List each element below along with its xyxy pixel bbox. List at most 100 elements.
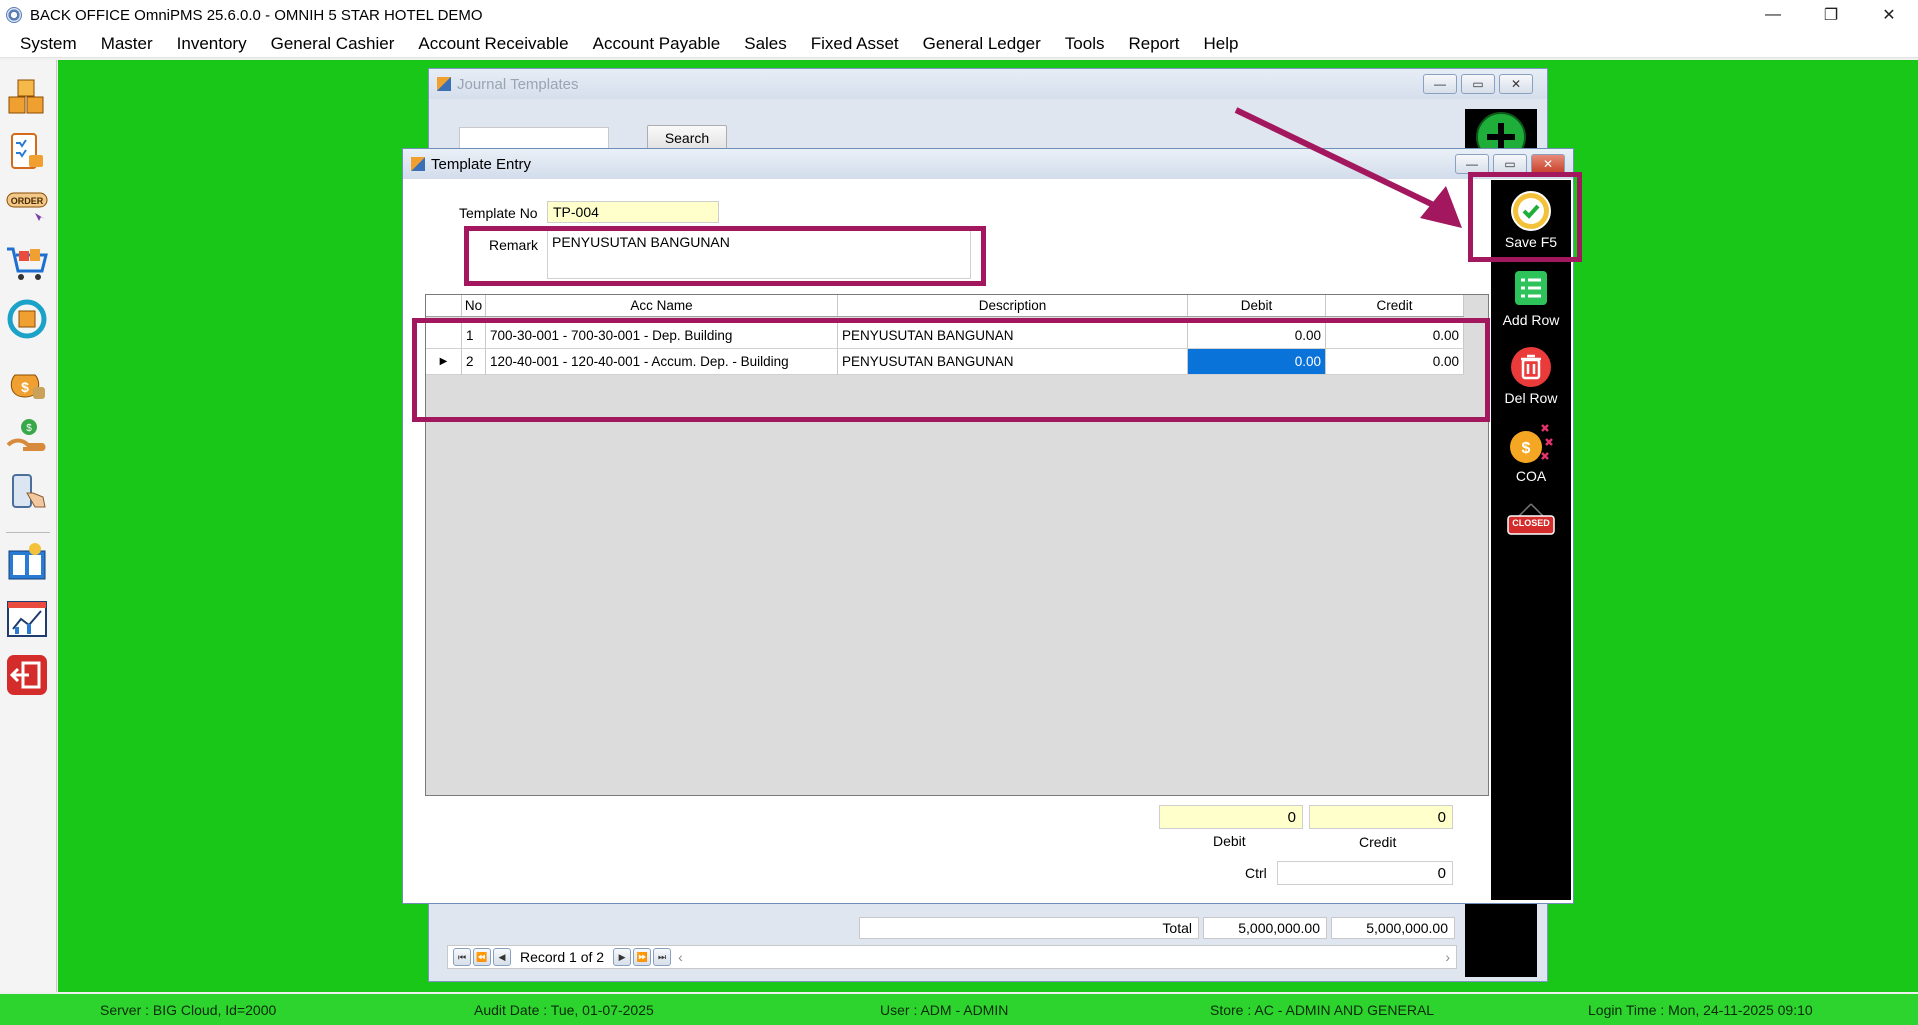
scroll-right-icon[interactable]: › [1445, 949, 1450, 965]
jt-record-navigator: ⏮ ⏪ ◀ Record 1 of 2 ▶ ⏩ ⏭ ‹ › [447, 945, 1457, 969]
grid-header: No Acc Name Description Debit Credit [426, 295, 1464, 317]
ctrl-field[interactable]: 0 [1277, 861, 1453, 885]
trash-icon [1508, 344, 1554, 390]
hand-money-icon[interactable]: $ [4, 414, 50, 460]
menu-account-payable[interactable]: Account Payable [581, 34, 733, 54]
cell-no[interactable]: 1 [462, 323, 486, 348]
del-row-button[interactable]: Del Row [1491, 344, 1571, 406]
ctrl-label: Ctrl [1245, 865, 1267, 881]
jt-maximize-button[interactable]: ▭ [1461, 74, 1495, 94]
shopping-cart-icon[interactable] [4, 240, 50, 286]
menu-help[interactable]: Help [1192, 34, 1251, 54]
status-store: Store : AC - ADMIN AND GENERAL [1210, 1001, 1435, 1018]
title-bar: BACK OFFICE OmniPMS 25.6.0.0 - OMNIH 5 S… [0, 0, 1918, 30]
svg-text:ORDER: ORDER [11, 196, 44, 206]
clipboard-lock-icon[interactable] [4, 128, 50, 174]
menu-inventory[interactable]: Inventory [165, 34, 259, 54]
menu-general-cashier[interactable]: General Cashier [259, 34, 407, 54]
total-credit-label: Credit [1359, 834, 1397, 850]
coa-button[interactable]: $ COA [1491, 422, 1571, 484]
add-row-label: Add Row [1502, 312, 1560, 328]
col-no[interactable]: No [462, 295, 486, 316]
nav-next-page-button[interactable]: ⏩ [633, 948, 652, 966]
close-button[interactable]: ✕ [1860, 0, 1918, 30]
minimize-button[interactable]: — [1744, 0, 1802, 30]
save-label: Save F5 [1504, 234, 1558, 250]
cell-acc-name[interactable]: 700-30-001 - 700-30-001 - Dep. Building [486, 323, 838, 348]
jt-minimize-button[interactable]: — [1423, 74, 1457, 94]
scroll-left-icon[interactable]: ‹ [678, 949, 683, 965]
svg-text:$: $ [21, 379, 29, 395]
cell-credit[interactable]: 0.00 [1326, 323, 1464, 348]
cell-description[interactable]: PENYUSUTAN BANGUNAN [838, 349, 1188, 374]
app-icon [6, 7, 22, 23]
te-close-button[interactable]: ✕ [1531, 154, 1565, 174]
chart-report-icon[interactable] [4, 596, 50, 642]
nav-next-button[interactable]: ▶ [613, 948, 632, 966]
col-debit[interactable]: Debit [1188, 295, 1326, 316]
row-header-corner [426, 295, 462, 316]
template-entry-title: Template Entry [431, 155, 532, 173]
restore-button[interactable]: ❐ [1802, 0, 1860, 30]
menu-fixed-asset[interactable]: Fixed Asset [799, 34, 911, 54]
menu-report[interactable]: Report [1116, 34, 1191, 54]
money-bags-icon[interactable]: $ [4, 358, 50, 404]
jt-total-credit: 5,000,000.00 [1331, 917, 1455, 939]
journal-templates-title: Journal Templates [457, 75, 579, 93]
col-description[interactable]: Description [838, 295, 1188, 316]
del-row-label: Del Row [1504, 390, 1558, 406]
window-title: BACK OFFICE OmniPMS 25.6.0.0 - OMNIH 5 S… [30, 6, 483, 24]
table-row[interactable]: 1 700-30-001 - 700-30-001 - Dep. Buildin… [426, 323, 1464, 349]
svg-text:$: $ [26, 423, 32, 434]
cell-description[interactable]: PENYUSUTAN BANGUNAN [838, 323, 1188, 348]
save-check-icon [1508, 188, 1554, 234]
table-row[interactable]: ▶ 2 120-40-001 - 120-40-001 - Accum. Dep… [426, 349, 1464, 375]
menu-account-receivable[interactable]: Account Receivable [406, 34, 580, 54]
nav-prev-page-button[interactable]: ⏪ [473, 948, 491, 966]
window-controls: — ❐ ✕ [1744, 0, 1918, 30]
cell-no[interactable]: 2 [462, 349, 486, 374]
row-header[interactable] [426, 323, 462, 348]
closed-sign-icon: CLOSED [1506, 502, 1556, 536]
menu-general-ledger[interactable]: General Ledger [911, 34, 1053, 54]
cell-credit[interactable]: 0.00 [1326, 349, 1464, 374]
col-acc-name[interactable]: Acc Name [486, 295, 838, 316]
jt-total-row: Total 5,000,000.00 5,000,000.00 [447, 915, 1457, 941]
current-row-indicator-icon[interactable]: ▶ [426, 349, 462, 374]
window-icon [411, 157, 425, 171]
ledger-book-icon[interactable] [4, 540, 50, 586]
nav-prev-button[interactable]: ◀ [493, 948, 511, 966]
template-no-input[interactable]: TP-004 [547, 201, 719, 223]
menu-master[interactable]: Master [89, 34, 165, 54]
order-icon[interactable]: ORDER [4, 184, 50, 230]
cell-debit[interactable]: 0.00 [1188, 323, 1326, 348]
coa-coin-icon: $ [1508, 422, 1554, 468]
cell-debit-selected[interactable]: 0.00 [1188, 349, 1326, 374]
menu-tools[interactable]: Tools [1053, 34, 1117, 54]
closed-button[interactable]: CLOSED [1491, 502, 1571, 536]
logout-icon[interactable] [4, 652, 50, 698]
status-audit-date: Audit Date : Tue, 01-07-2025 [474, 1001, 654, 1018]
col-credit[interactable]: Credit [1326, 295, 1464, 316]
template-entry-window: Template Entry — ▭ ✕ Template No TP-004 … [402, 148, 1574, 904]
menu-sales[interactable]: Sales [732, 34, 799, 54]
add-row-button[interactable]: Add Row [1491, 266, 1571, 328]
add-row-icon [1508, 266, 1554, 312]
phone-touch-icon[interactable] [4, 470, 50, 516]
status-server: Server : BIG Cloud, Id=2000 [100, 1001, 277, 1018]
save-button[interactable]: Save F5 [1491, 188, 1571, 250]
menu-bar: System Master Inventory General Cashier … [0, 30, 1918, 58]
nav-first-button[interactable]: ⏮ [453, 948, 471, 966]
window-icon [437, 77, 451, 91]
refresh-box-icon[interactable] [4, 296, 50, 342]
nav-last-button[interactable]: ⏭ [653, 948, 672, 966]
menu-system[interactable]: System [8, 34, 89, 54]
remark-input[interactable]: PENYUSUTAN BANGUNAN [547, 229, 971, 279]
closed-label: CLOSED [1512, 518, 1550, 528]
remark-label: Remark [489, 237, 539, 253]
journal-lines-grid: No Acc Name Description Debit Credit 1 7… [425, 294, 1489, 796]
action-panel: Save F5 Add Row Del Row $ COA CLOSED [1491, 180, 1571, 900]
jt-close-button[interactable]: ✕ [1499, 74, 1533, 94]
cell-acc-name[interactable]: 120-40-001 - 120-40-001 - Accum. Dep. - … [486, 349, 838, 374]
boxes-icon[interactable] [4, 72, 50, 118]
